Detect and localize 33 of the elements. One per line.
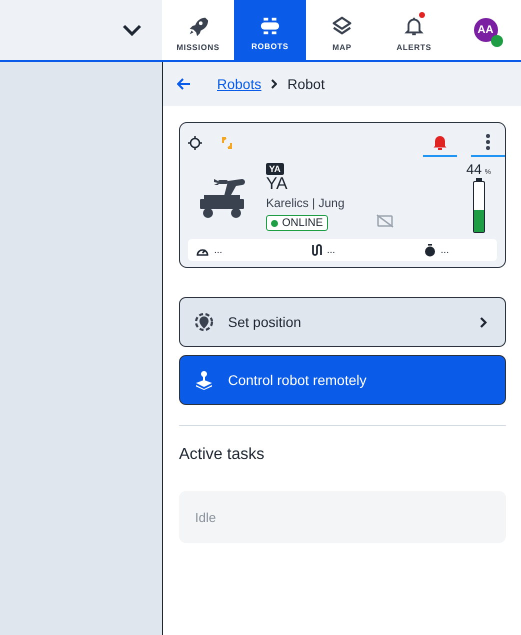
route-icon: [310, 244, 322, 256]
chevron-right-icon: [480, 316, 487, 328]
joystick-icon: [194, 370, 214, 390]
robot-tag: YA: [266, 163, 284, 175]
nav-tab[interactable]: MISSIONS: [162, 0, 234, 60]
chevron-right-icon: [271, 79, 278, 89]
stat-value: ...: [326, 244, 336, 256]
back-arrow-icon[interactable]: [177, 78, 191, 90]
crosshair-icon[interactable]: [188, 136, 202, 150]
breadcrumb-current: Robot: [287, 76, 325, 92]
layers-icon: [331, 14, 353, 36]
camera-off-icon: [376, 214, 394, 228]
robot-location: Karelics | Jung: [266, 196, 344, 210]
nav-tab[interactable]: MAP: [306, 0, 378, 60]
battery-percent: 44: [466, 161, 482, 177]
set-position-button[interactable]: Set position: [179, 297, 506, 347]
robot-name: YA: [266, 175, 288, 193]
nav-tab[interactable]: ROBOTS: [234, 0, 306, 60]
breadcrumb-link[interactable]: Robots: [217, 76, 262, 92]
more-icon: [486, 134, 490, 150]
empty-task-message: Idle: [179, 491, 506, 543]
control-remotely-button[interactable]: Control robot remotely: [179, 355, 506, 405]
bell-icon: [433, 134, 447, 150]
robot-icon: [259, 16, 281, 36]
stopwatch-icon: [424, 244, 436, 256]
section-heading: Active tasks: [179, 446, 266, 464]
chevron-down-icon[interactable]: [122, 24, 142, 36]
nav-tab[interactable]: ALERTS: [378, 0, 450, 60]
stat-value: ...: [214, 244, 222, 256]
user-avatar[interactable]: AA: [474, 18, 498, 42]
location-target-icon: [194, 312, 214, 332]
stat-value: ...: [440, 244, 449, 256]
status-badge: ONLINE: [266, 215, 328, 231]
